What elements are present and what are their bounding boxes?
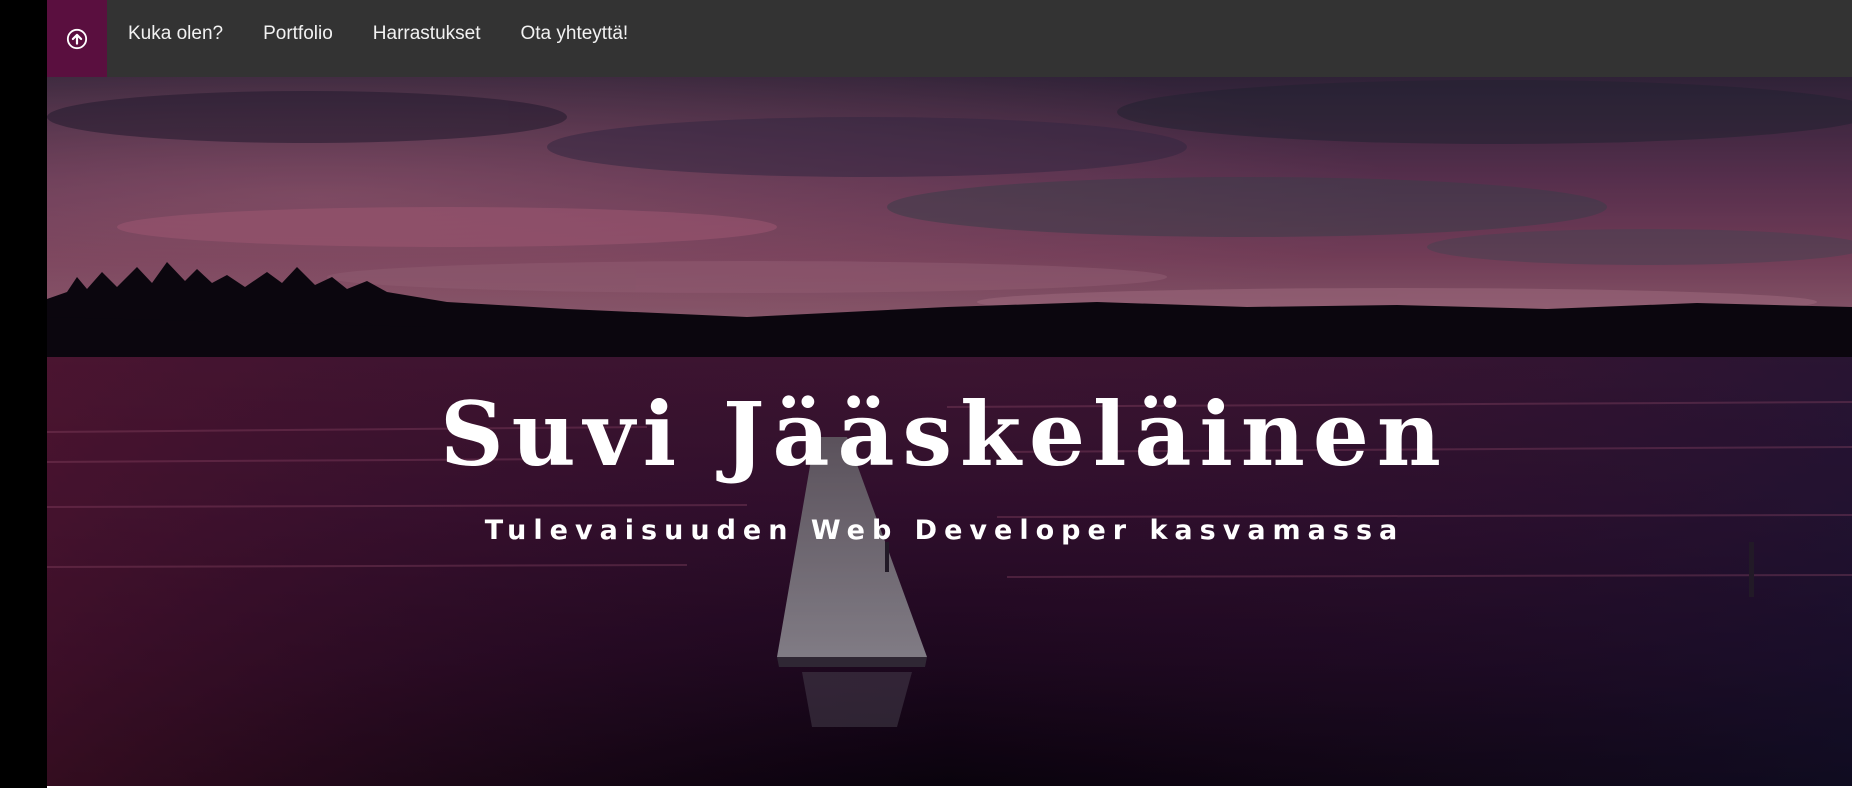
hero-title: Suvi Jääskeläinen	[440, 381, 1449, 486]
nav-link-harrastukset[interactable]: Harrastukset	[353, 0, 501, 77]
nav-link-ota-yhteytta[interactable]: Ota yhteyttä!	[500, 0, 648, 77]
left-edge-strip	[0, 0, 47, 788]
hero-subtitle: Tulevaisuuden Web Developer kasvamassa	[484, 515, 1405, 547]
nav-link-kuka-olen[interactable]: Kuka olen?	[107, 0, 243, 77]
top-navbar: Kuka olen? Portfolio Harrastukset Ota yh…	[47, 0, 1852, 77]
hero-section: Suvi Jääskeläinen Tulevaisuuden Web Deve…	[47, 77, 1852, 786]
home-button[interactable]	[47, 0, 107, 77]
arrow-up-circle-icon	[66, 28, 88, 50]
nav-link-portfolio[interactable]: Portfolio	[243, 0, 353, 77]
page: Kuka olen? Portfolio Harrastukset Ota yh…	[0, 0, 1852, 788]
